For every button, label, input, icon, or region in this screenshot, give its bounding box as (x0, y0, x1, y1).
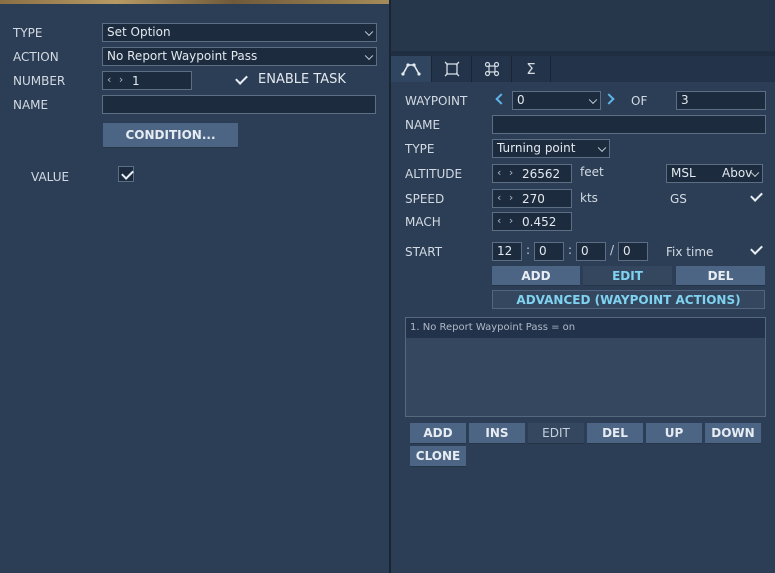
waypoint-dropdown[interactable]: 0 (512, 91, 601, 110)
action-dropdown[interactable]: No Report Waypoint Pass (102, 47, 377, 66)
target-icon (444, 61, 459, 77)
waypoint-edit-button[interactable]: EDIT (583, 266, 672, 286)
speed-stepper[interactable]: ‹ › 270 (492, 189, 572, 208)
start-day-input[interactable]: 0 (618, 242, 648, 261)
altitude-label: ALTITUDE (405, 167, 463, 181)
enable-task-checkbox[interactable] (233, 72, 249, 88)
altitude-ref-dropdown[interactable]: MSL Abov (666, 164, 763, 183)
action-down-button[interactable]: DOWN (705, 423, 761, 444)
wp-type-label: TYPE (405, 142, 435, 156)
action-add-button[interactable]: ADD (410, 423, 466, 444)
speed-unit: kts (580, 191, 598, 205)
value-label: VALUE (31, 170, 70, 184)
sigma-icon: Σ (526, 60, 536, 78)
list-item[interactable]: 1. No Report Waypoint Pass = on (406, 318, 765, 338)
fix-time-label: Fix time (666, 245, 714, 259)
action-clone-button[interactable]: CLONE (410, 446, 466, 467)
action-edit-button[interactable]: EDIT (528, 423, 584, 444)
name-label: NAME (13, 98, 49, 112)
gs-checkbox[interactable] (748, 189, 764, 205)
wp-type-dropdown[interactable]: Turning point (492, 139, 610, 158)
wp-name-input[interactable] (492, 115, 766, 134)
type-label: TYPE (13, 26, 43, 40)
chevron-left-icon[interactable] (495, 93, 507, 105)
altitude-unit: feet (580, 165, 604, 179)
action-del-button[interactable]: DEL (587, 423, 643, 444)
tab-command[interactable] (471, 56, 511, 82)
chevron-down-icon (364, 51, 374, 60)
name-input[interactable] (102, 95, 376, 114)
waypoint-label: WAYPOINT (405, 94, 468, 108)
fix-time-checkbox[interactable] (748, 242, 764, 258)
enable-task-label: ENABLE TASK (258, 72, 346, 87)
gs-label: GS (670, 192, 687, 206)
action-insert-button[interactable]: INS (469, 423, 525, 444)
wp-name-label: NAME (405, 118, 441, 132)
of-label: OF (631, 94, 648, 108)
time-separator: : (568, 243, 573, 257)
panel-divider (389, 0, 391, 573)
speed-label: SPEED (405, 192, 445, 206)
start-seconds-input[interactable]: 0 (576, 242, 606, 261)
tab-route[interactable] (391, 56, 431, 82)
value-checkbox[interactable] (118, 166, 134, 182)
start-label: START (405, 245, 443, 259)
actions-list[interactable]: 1. No Report Waypoint Pass = on (405, 317, 766, 417)
type-value: Set Option (107, 25, 171, 39)
date-separator: / (610, 243, 615, 257)
command-icon (484, 61, 499, 77)
number-stepper[interactable]: ‹ › 1 (102, 71, 192, 90)
chevron-down-icon (588, 95, 598, 104)
start-hours-input[interactable]: 12 (492, 242, 522, 261)
stepper-arrows-icon[interactable]: ‹ › (497, 190, 515, 206)
type-dropdown[interactable]: Set Option (102, 23, 377, 42)
altitude-stepper[interactable]: ‹ › 26562 (492, 164, 572, 183)
waypoint-add-button[interactable]: ADD (492, 266, 580, 286)
number-value: 1 (132, 74, 140, 88)
route-icon (401, 63, 421, 76)
advanced-waypoint-actions-button[interactable]: ADVANCED (WAYPOINT ACTIONS) (492, 290, 765, 309)
chevron-down-icon (364, 27, 374, 36)
number-label: NUMBER (13, 74, 66, 88)
stepper-arrows-icon[interactable]: ‹ › (497, 165, 515, 181)
waypoint-count: 3 (676, 91, 766, 110)
mach-stepper[interactable]: ‹ › 0.452 (492, 212, 572, 231)
stepper-arrows-icon[interactable]: ‹ › (107, 72, 125, 88)
waypoint-panel-header (391, 0, 775, 51)
action-value: No Report Waypoint Pass (107, 49, 258, 63)
chevron-down-icon (597, 143, 607, 152)
time-separator: : (526, 243, 531, 257)
action-up-button[interactable]: UP (646, 423, 702, 444)
tab-target[interactable] (431, 56, 471, 82)
chevron-right-icon[interactable] (603, 93, 615, 105)
mach-label: MACH (405, 215, 441, 229)
condition-button[interactable]: CONDITION... (103, 123, 238, 148)
trigger-panel (0, 4, 389, 573)
stepper-arrows-icon[interactable]: ‹ › (497, 213, 515, 229)
action-label: ACTION (13, 50, 59, 64)
tab-sigma[interactable]: Σ (511, 56, 551, 82)
waypoint-del-button[interactable]: DEL (676, 266, 765, 286)
start-minutes-input[interactable]: 0 (534, 242, 564, 261)
